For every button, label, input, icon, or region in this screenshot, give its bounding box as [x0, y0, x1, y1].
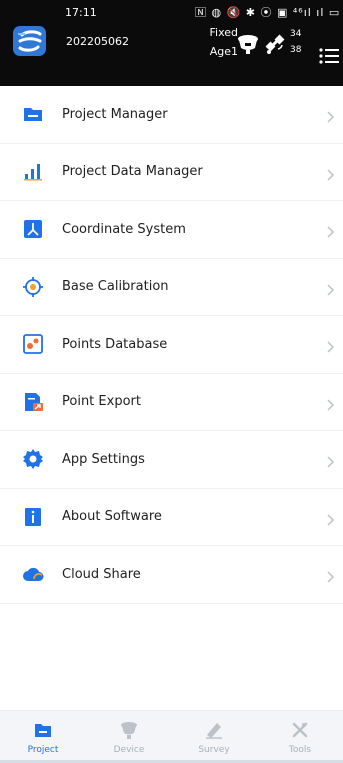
coordinate-system-icon: [22, 218, 44, 240]
menu-label: Project Manager: [62, 106, 168, 122]
satellite-icon[interactable]: [264, 33, 286, 55]
tab-survey[interactable]: Survey: [171, 711, 257, 763]
chevron-right-icon: [327, 166, 335, 181]
menu-label: Points Database: [62, 336, 168, 352]
menu-label: Base Calibration: [62, 279, 169, 295]
tools-tab-icon: [292, 722, 308, 738]
menu-label: Cloud Share: [62, 566, 141, 582]
chevron-right-icon: [327, 281, 335, 296]
menu-item-app-settings[interactable]: App Settings: [0, 431, 343, 489]
hamburger-menu-icon[interactable]: [318, 45, 342, 67]
tab-project[interactable]: Project: [0, 711, 86, 763]
satellites-used: 34: [290, 29, 302, 39]
chevron-right-icon: [327, 511, 335, 526]
menu-item-coordinate-system[interactable]: Coordinate System: [0, 201, 343, 259]
tab-label: Device: [113, 745, 145, 755]
menu-label: Coordinate System: [62, 221, 186, 237]
device-id: 202205062: [66, 35, 129, 48]
chevron-right-icon: [327, 223, 335, 238]
project-menu-list: Project Manager Project Data Manager Coo…: [0, 86, 343, 604]
info-icon: [22, 506, 44, 528]
menu-label: Project Data Manager: [62, 164, 203, 180]
tab-label: Survey: [198, 745, 230, 755]
points-database-icon: [22, 333, 44, 355]
status-time: 17:11: [65, 6, 97, 19]
menu-item-about-software[interactable]: About Software: [0, 488, 343, 546]
tab-label: Project: [27, 745, 59, 755]
fix-status: Fixed: [209, 26, 238, 39]
menu-item-project-manager[interactable]: Project Manager: [0, 86, 343, 144]
chevron-right-icon: [327, 108, 335, 123]
status-bar: 17:11 🄽 ◍ 🔇 ✱ ⦿ ▣ ⁴⁶ıl ıl ▭: [0, 0, 343, 22]
menu-label: Point Export: [62, 394, 141, 410]
menu-item-point-export[interactable]: Point Export: [0, 373, 343, 431]
device-tab-icon: [121, 722, 137, 739]
bottom-tab-bar: Project Device Survey Tools: [0, 710, 343, 763]
empty-content-area: [0, 606, 343, 710]
menu-item-points-database[interactable]: Points Database: [0, 316, 343, 374]
chevron-right-icon: [327, 338, 335, 353]
chevron-right-icon: [327, 453, 335, 468]
menu-label: App Settings: [62, 451, 145, 467]
menu-item-base-calibration[interactable]: Base Calibration: [0, 258, 343, 316]
bar-chart-icon: [22, 161, 44, 183]
project-tab-icon: [35, 724, 51, 737]
menu-item-project-data-manager[interactable]: Project Data Manager: [0, 143, 343, 201]
export-file-icon: [22, 391, 44, 413]
app-screen: 17:11 🄽 ◍ 🔇 ✱ ⦿ ▣ ⁴⁶ıl ıl ▭ 202205062 Fi…: [0, 0, 343, 763]
crosshair-icon: [22, 276, 44, 298]
folder-icon: [22, 103, 44, 125]
chevron-right-icon: [327, 568, 335, 583]
survey-tab-icon: [206, 723, 222, 739]
chevron-right-icon: [327, 396, 335, 411]
satellites-visible: 38: [290, 45, 302, 55]
menu-item-cloud-share[interactable]: Cloud Share: [0, 546, 343, 604]
tab-device[interactable]: Device: [86, 711, 172, 763]
app-logo-icon[interactable]: [13, 26, 46, 56]
age-label: Age1: [209, 45, 238, 58]
status-icons: 🄽 ◍ 🔇 ✱ ⦿ ▣ ⁴⁶ıl ıl ▭: [195, 6, 341, 19]
menu-label: About Software: [62, 509, 162, 525]
receiver-icon[interactable]: [236, 33, 260, 55]
tab-label: Tools: [288, 745, 312, 755]
gear-icon: [22, 448, 44, 470]
cloud-share-icon: [22, 563, 44, 585]
tab-tools[interactable]: Tools: [257, 711, 343, 763]
